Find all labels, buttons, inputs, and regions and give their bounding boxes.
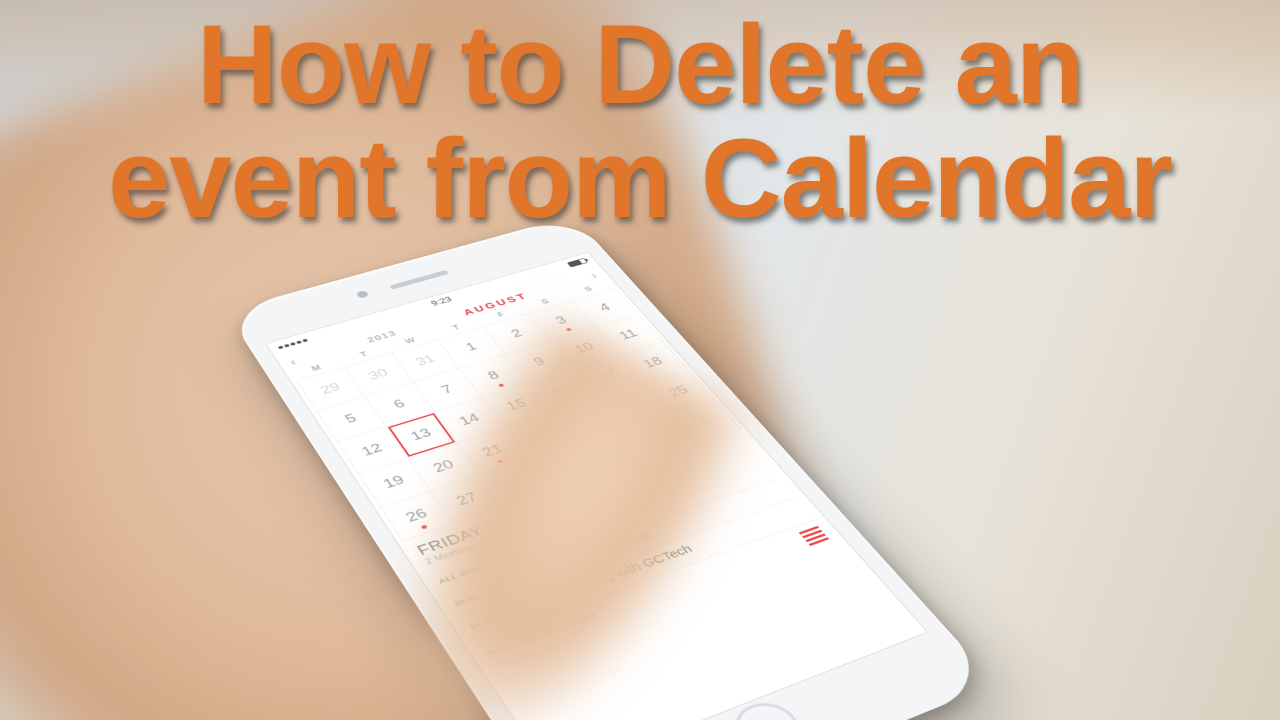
signal-dots-icon <box>277 338 307 349</box>
phone-camera <box>355 290 369 299</box>
next-month-button[interactable]: › <box>587 270 601 282</box>
date-number: 29 <box>317 380 343 397</box>
date-number: 30 <box>365 366 390 382</box>
thumbnail-stage: How to Delete an event from Calendar 9:2… <box>0 0 1280 720</box>
prev-month-button[interactable]: ‹ <box>287 356 301 369</box>
date-number: 12 <box>359 441 386 459</box>
list-menu-icon[interactable] <box>799 526 830 546</box>
date-number: 19 <box>380 473 407 492</box>
date-number: 13 <box>408 426 434 444</box>
date-number: 7 <box>438 382 455 396</box>
date-number: 1 <box>463 340 480 353</box>
battery-icon <box>567 258 588 268</box>
date-number: 4 <box>596 301 613 314</box>
phone-speaker <box>389 270 449 290</box>
date-number: 5 <box>342 411 359 426</box>
date-number: 31 <box>412 352 437 368</box>
date-number: 6 <box>391 397 408 411</box>
date-number: 11 <box>616 327 640 342</box>
